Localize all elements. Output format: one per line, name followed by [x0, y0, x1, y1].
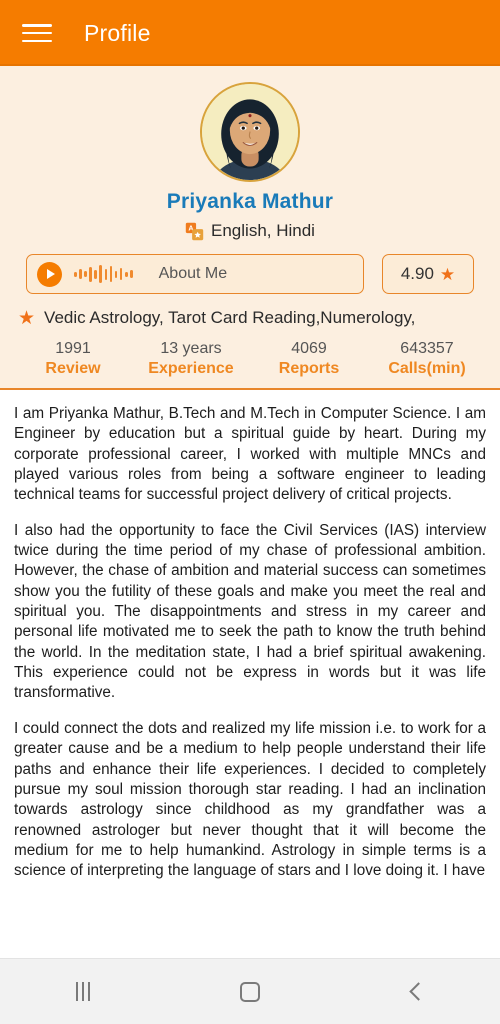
profile-header: Priyanka Mathur A English, Hindi About M…	[0, 66, 500, 390]
back-icon	[409, 982, 428, 1001]
stat-label: Calls(min)	[388, 360, 466, 377]
recents-button[interactable]	[51, 970, 115, 1014]
stat-value: 13 years	[160, 340, 222, 357]
android-nav-bar	[0, 958, 500, 1024]
stat-experience: 13 years Experience	[132, 340, 250, 378]
bio-paragraph: I could connect the dots and realized my…	[14, 719, 486, 880]
media-row: About Me 4.90 ★	[0, 254, 500, 294]
profile-photo	[202, 84, 298, 180]
recents-icon	[76, 982, 91, 1001]
hamburger-menu-icon[interactable]	[22, 21, 52, 45]
avatar-wrapper	[0, 82, 500, 182]
page-title: Profile	[84, 19, 151, 46]
stat-review: 1991 Review	[14, 340, 132, 378]
stat-reports: 4069 Reports	[250, 340, 368, 378]
rating-value: 4.90	[400, 264, 434, 283]
play-icon[interactable]	[37, 261, 62, 287]
profile-name: Priyanka Mathur	[166, 190, 334, 213]
star-icon: ★	[18, 307, 36, 329]
stat-label: Reports	[278, 360, 340, 377]
specialties-text: Vedic Astrology, Tarot Card Reading,Nume…	[44, 308, 416, 327]
star-icon: ★	[439, 264, 456, 284]
audio-waveform-icon	[74, 264, 133, 284]
rating-badge[interactable]: 4.90 ★	[382, 254, 474, 294]
languages-row: A English, Hindi	[0, 221, 500, 241]
app-bar: Profile	[0, 0, 500, 66]
bio-paragraph: I also had the opportunity to face the C…	[14, 521, 486, 702]
languages-text: English, Hindi	[211, 221, 315, 240]
home-button[interactable]	[218, 970, 282, 1014]
about-me-audio-button[interactable]: About Me	[26, 254, 364, 294]
stats-row: 1991 Review 13 years Experience 4069 Rep…	[0, 340, 500, 388]
profile-screen: Profile Priyanka Mathur A English, Hindi…	[0, 0, 500, 1024]
about-me-label: About Me	[158, 265, 228, 282]
home-icon	[239, 981, 260, 1002]
stat-calls: 643357 Calls(min)	[368, 340, 486, 378]
bio-paragraph: I am Priyanka Mathur, B.Tech and M.Tech …	[14, 405, 486, 504]
bio-scroll-area[interactable]: I am Priyanka Mathur, B.Tech and M.Tech …	[0, 390, 500, 958]
stat-value: 643357	[400, 340, 454, 357]
stat-label: Review	[45, 360, 101, 377]
stat-value: 4069	[291, 340, 327, 357]
stat-value: 1991	[55, 340, 91, 357]
translate-icon: A	[185, 222, 204, 240]
back-button[interactable]	[385, 970, 449, 1014]
avatar[interactable]	[200, 82, 300, 182]
stat-label: Experience	[148, 360, 234, 377]
specialties-row: ★ Vedic Astrology, Tarot Card Reading,Nu…	[0, 308, 500, 328]
